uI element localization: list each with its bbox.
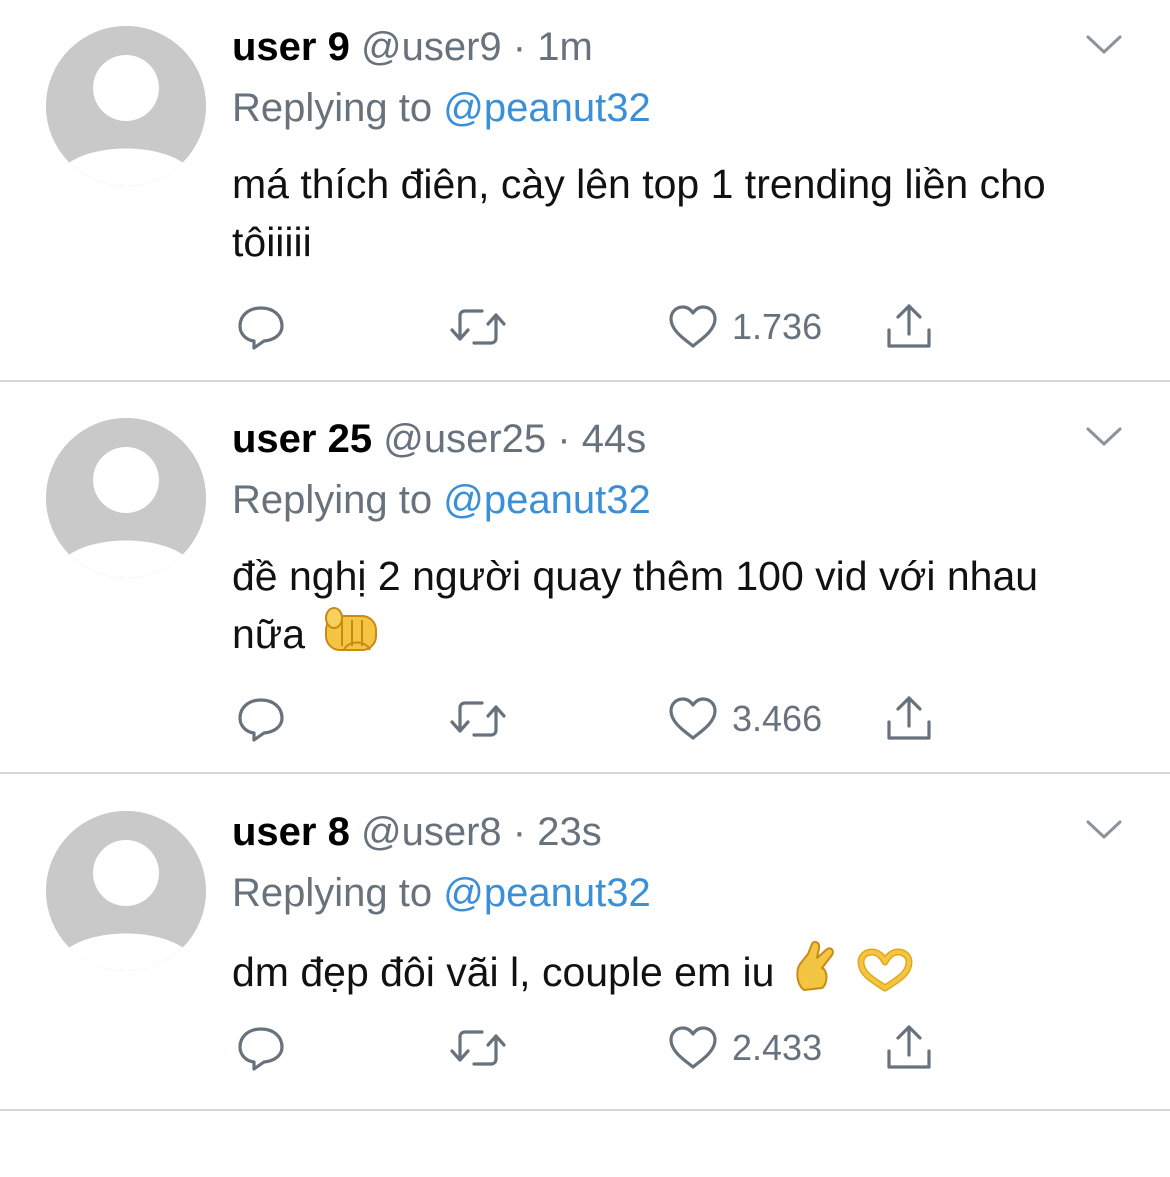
chevron-down-icon[interactable] <box>1082 813 1126 847</box>
reply-icon <box>238 698 284 742</box>
tweet-text-content: má thích điên, cày lên top 1 trending li… <box>232 161 1046 265</box>
replying-prefix: Replying to <box>232 478 433 522</box>
chevron-down-icon[interactable] <box>1082 420 1126 454</box>
default-avatar-icon <box>46 418 206 578</box>
divider <box>0 772 1170 774</box>
tweet-text: đề nghị 2 người quay thêm 100 vid với nh… <box>232 547 1112 671</box>
default-avatar-icon <box>46 26 206 186</box>
mention-link[interactable]: @peanut32 <box>443 478 650 522</box>
user-handle[interactable]: @user9 <box>361 25 502 69</box>
like-button[interactable]: 3.466 <box>666 692 822 746</box>
mention-link[interactable]: @peanut32 <box>443 86 650 130</box>
user-handle[interactable]: @user25 <box>383 417 546 461</box>
chevron-down-icon[interactable] <box>1082 28 1126 62</box>
action-bar: 3.466 <box>232 692 952 746</box>
retweet-icon <box>450 701 506 737</box>
default-avatar-icon <box>46 811 206 971</box>
action-bar: 2.433 <box>232 1021 952 1075</box>
display-name[interactable]: user 25 <box>232 417 372 461</box>
tweet-text: má thích điên, cày lên top 1 trending li… <box>232 155 1112 271</box>
heart-hands-emoji <box>855 948 915 1009</box>
retweet-icon <box>450 1030 506 1066</box>
timestamp[interactable]: 23s <box>537 810 602 854</box>
timestamp[interactable]: 1m <box>537 25 593 69</box>
like-button[interactable]: 1.736 <box>666 300 822 354</box>
avatar[interactable] <box>46 26 206 186</box>
tweet-header: user 8 @user8 · 23s <box>232 807 602 857</box>
like-count: 2.433 <box>732 1027 823 1068</box>
heart-icon <box>669 305 717 348</box>
like-count: 3.466 <box>732 698 823 739</box>
tweet-text: dm đẹp đôi vãi l, couple em iu <box>232 940 1112 1009</box>
tweet-header: user 25 @user25 · 44s <box>232 414 646 464</box>
replying-to-line: Replying to @peanut32 <box>232 868 651 918</box>
reply-icon <box>238 1027 284 1071</box>
heart-icon <box>669 1026 717 1069</box>
separator-dot: · <box>512 25 527 69</box>
avatar[interactable] <box>46 418 206 578</box>
separator-dot: · <box>557 417 571 461</box>
punch-emoji <box>322 606 382 671</box>
timestamp[interactable]: 44s <box>582 417 647 461</box>
tweet-3[interactable]: user 8 @user8 · 23s Replying to @peanut3… <box>0 785 1170 1177</box>
crossed-fingers-emoji <box>792 940 838 1009</box>
reply-button[interactable] <box>234 1021 288 1075</box>
action-bar: 1.736 <box>232 300 952 354</box>
like-count: 1.736 <box>732 306 823 347</box>
share-icon <box>887 696 931 740</box>
reply-button[interactable] <box>234 300 288 354</box>
separator-dot: · <box>512 810 527 854</box>
share-button[interactable] <box>882 300 936 354</box>
mention-link[interactable]: @peanut32 <box>443 871 650 915</box>
tweet-1[interactable]: user 9 @user9 · 1m Replying to @peanut32… <box>0 0 1170 392</box>
reply-icon <box>238 306 284 350</box>
tweet-2[interactable]: user 25 @user25 · 44s Replying to @peanu… <box>0 392 1170 784</box>
user-handle[interactable]: @user8 <box>361 810 502 854</box>
replying-prefix: Replying to <box>232 86 433 130</box>
retweet-icon <box>450 309 506 345</box>
display-name[interactable]: user 8 <box>232 810 350 854</box>
tweet-text-content: dm đẹp đôi vãi l, couple em iu <box>232 949 775 995</box>
replying-prefix: Replying to <box>232 871 433 915</box>
tweet-header: user 9 @user9 · 1m <box>232 22 593 72</box>
retweet-button[interactable] <box>448 300 508 354</box>
like-button[interactable]: 2.433 <box>666 1021 822 1075</box>
share-icon <box>887 304 931 348</box>
retweet-button[interactable] <box>448 1021 508 1075</box>
share-icon <box>887 1025 931 1069</box>
replying-to-line: Replying to @peanut32 <box>232 83 651 133</box>
reply-button[interactable] <box>234 692 288 746</box>
display-name[interactable]: user 9 <box>232 25 350 69</box>
divider <box>0 380 1170 382</box>
retweet-button[interactable] <box>448 692 508 746</box>
share-button[interactable] <box>882 1021 936 1075</box>
replying-to-line: Replying to @peanut32 <box>232 475 651 525</box>
heart-icon <box>669 697 717 740</box>
avatar[interactable] <box>46 811 206 971</box>
share-button[interactable] <box>882 692 936 746</box>
divider <box>0 1109 1170 1111</box>
